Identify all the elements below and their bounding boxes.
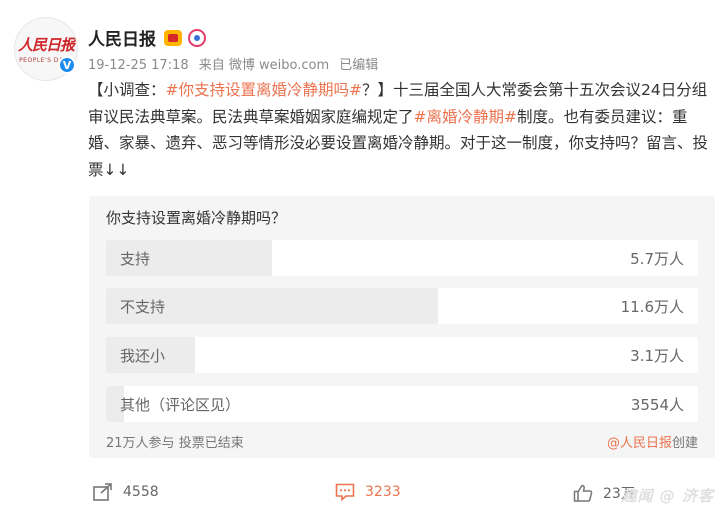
- comment-count: 3233: [365, 484, 401, 500]
- repost-count: 4558: [123, 484, 159, 500]
- crown-badge-icon[interactable]: [164, 29, 182, 46]
- poll-card: 你支持设置离婚冷静期吗？ 支持 5.7万人 不支持 11.6万人 我还小 3.1…: [89, 196, 715, 458]
- poll-option-label: 不支持: [120, 298, 166, 316]
- poll-option-count: 11.6万人: [620, 298, 684, 316]
- poll-creator-link[interactable]: @人民日报: [607, 436, 672, 451]
- poll-option-label: 其他（评论区见）: [120, 396, 241, 414]
- edited-label[interactable]: 已编辑: [339, 58, 378, 73]
- share-icon: [93, 483, 112, 501]
- verified-badge-icon: V: [58, 56, 76, 74]
- account-name-row: 人民日报: [88, 25, 206, 50]
- poll-option-label: 我还小: [120, 347, 166, 365]
- member-badge-icon[interactable]: [188, 28, 206, 47]
- poll-question: 你支持设置离婚冷静期吗？: [106, 209, 287, 227]
- poll-option-count: 3554人: [630, 396, 684, 414]
- poll-option-label: 支持: [120, 250, 151, 268]
- repost-button[interactable]: 4558: [93, 483, 159, 501]
- comment-icon: [335, 483, 355, 501]
- poll-option[interactable]: 不支持 11.6万人: [106, 288, 698, 324]
- poll-creator-suffix: 创建: [671, 436, 698, 451]
- poll-option[interactable]: 我还小 3.1万人: [106, 337, 698, 373]
- avatar-logo-text: 人民日报: [17, 36, 75, 54]
- hashtag-link[interactable]: #你支持设置离婚冷静期吗#: [166, 81, 362, 99]
- post-timestamp[interactable]: 19-12-25 17:18: [88, 58, 189, 73]
- post-text: 【小调查：#你支持设置离婚冷静期吗#？】十三届全国人大常委会第十五次会议24日分…: [88, 77, 718, 183]
- poll-footer: 21万人参与 投票已结束: [106, 432, 244, 451]
- watermark: 趣闻 @ 济客: [621, 487, 714, 505]
- poll-option[interactable]: 支持 5.7万人: [106, 240, 698, 276]
- poll-option-count: 5.7万人: [630, 250, 684, 268]
- hashtag-link[interactable]: #离婚冷静期#: [414, 108, 517, 126]
- poll-status: 投票已结束: [178, 436, 244, 451]
- poll-creator: @人民日报创建: [607, 432, 698, 451]
- post-source: 来自 微博 weibo.com: [198, 58, 330, 73]
- action-bar: 4558 3233 23万 趣闻 @ 济客: [0, 478, 724, 508]
- comment-button[interactable]: 3233: [335, 483, 401, 501]
- poll-participants: 21万人参与: [106, 436, 175, 451]
- poll-option-count: 3.1万人: [630, 347, 684, 365]
- account-name[interactable]: 人民日报: [88, 25, 156, 50]
- post-meta: 19-12-25 17:18 来自 微博 weibo.com 已编辑: [88, 54, 384, 73]
- post-prefix: 【小调查：: [88, 81, 166, 99]
- thumbs-up-icon: [573, 484, 593, 502]
- poll-option[interactable]: 其他（评论区见） 3554人: [106, 386, 698, 422]
